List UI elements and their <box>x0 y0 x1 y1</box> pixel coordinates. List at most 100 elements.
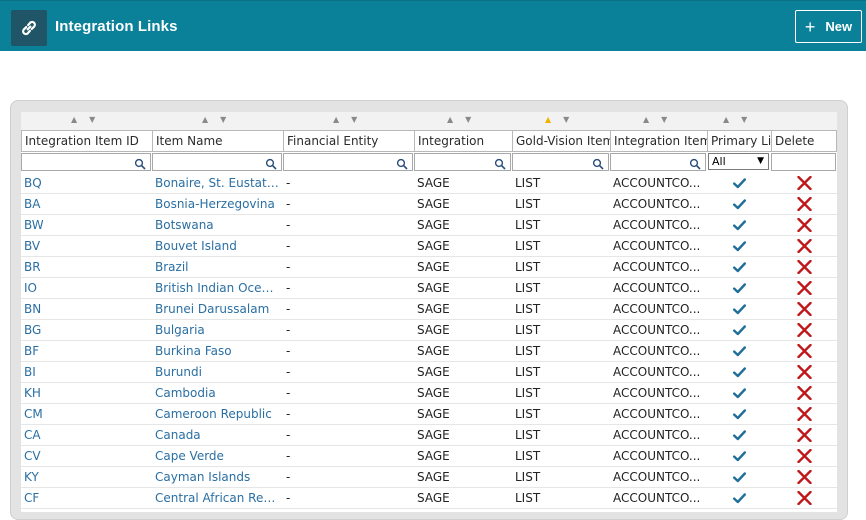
item-name-link[interactable]: Cambodia <box>155 383 280 403</box>
integration-item-id-link[interactable]: KH <box>24 383 149 403</box>
check-icon <box>707 404 771 424</box>
item-name-link[interactable]: Burkina Faso <box>155 341 280 361</box>
column-filter-input[interactable] <box>152 153 282 171</box>
integration-item-id-link[interactable]: BN <box>24 299 149 319</box>
delete-x-icon[interactable] <box>771 425 837 445</box>
sort-controls-col-0: ▲ ▼ <box>71 114 95 126</box>
integration-item-id-link[interactable]: CM <box>24 404 149 424</box>
column-header[interactable]: Integration Item <box>610 130 707 152</box>
integration-item-id-link[interactable]: IO <box>24 278 149 298</box>
sort-descending-icon[interactable]: ▼ <box>563 114 569 126</box>
integration-item-id-link[interactable]: BV <box>24 236 149 256</box>
column-filter-input[interactable] <box>283 153 413 171</box>
table-row: CA Canada - SAGE LIST ACCOUNTCO... <box>21 425 837 446</box>
sort-descending-icon[interactable]: ▼ <box>465 114 471 126</box>
cell-gv_item: LIST <box>515 197 541 211</box>
column-header[interactable]: Item Name <box>152 130 283 152</box>
sort-ascending-icon[interactable]: ▲ <box>643 114 649 126</box>
chevron-down-icon: ▼ <box>757 156 764 166</box>
cell-int_item: ACCOUNTCO... <box>613 260 701 274</box>
item-name-link[interactable]: British Indian Ocea... <box>155 278 280 298</box>
item-name-link[interactable]: Bulgaria <box>155 320 280 340</box>
delete-x-icon[interactable] <box>771 467 837 487</box>
integration-item-id-link[interactable]: BI <box>24 362 149 382</box>
column-filter-input[interactable] <box>414 153 511 171</box>
item-name-link[interactable]: Canada <box>155 425 280 445</box>
column-header[interactable]: Primary Lin <box>707 130 771 152</box>
item-name-link[interactable]: Brunei Darussalam <box>155 299 280 319</box>
primary-link-filter-select[interactable]: All ▼ <box>708 153 769 170</box>
item-name-link[interactable]: Cayman Islands <box>155 467 280 487</box>
integration-item-id-link[interactable]: KY <box>24 467 149 487</box>
cell-gv_item: LIST <box>515 428 541 442</box>
column-filter-input[interactable] <box>610 153 706 171</box>
sort-descending-icon[interactable]: ▼ <box>351 114 357 126</box>
sort-descending-icon[interactable]: ▼ <box>741 114 747 126</box>
delete-x-icon[interactable] <box>771 257 837 277</box>
delete-x-icon[interactable] <box>771 362 837 382</box>
sort-controls-col-5: ▲ ▼ <box>643 114 667 126</box>
integration-item-id-link[interactable]: BQ <box>24 173 149 193</box>
delete-x-icon[interactable] <box>771 236 837 256</box>
integration-item-id-link[interactable]: BR <box>24 257 149 277</box>
column-header[interactable]: Delete <box>771 130 837 152</box>
delete-x-icon[interactable] <box>771 278 837 298</box>
delete-x-icon[interactable] <box>771 215 837 235</box>
sort-ascending-icon[interactable]: ▲ <box>447 114 453 126</box>
sort-ascending-icon[interactable]: ▲ <box>545 114 551 126</box>
delete-x-icon[interactable] <box>771 173 837 193</box>
check-icon <box>707 383 771 403</box>
item-name-link[interactable]: Bonaire, St. Eustati... <box>155 173 280 193</box>
integration-item-id-link[interactable]: BA <box>24 194 149 214</box>
delete-x-icon[interactable] <box>771 446 837 466</box>
item-name-link[interactable]: Central African Rep... <box>155 488 280 508</box>
integration-item-id-link[interactable]: CV <box>24 446 149 466</box>
integration-item-id-link[interactable]: CF <box>24 488 149 508</box>
delete-x-icon[interactable] <box>771 404 837 424</box>
integration-item-id-link[interactable]: BF <box>24 341 149 361</box>
integration-links-grid: ▲ ▼ ▲ ▼ ▲ ▼ ▲ ▼ ▲ ▼ ▲ ▼ ▲ ▼ Integration Item ID Item N… <box>21 112 837 512</box>
cell-gv_item: LIST <box>515 407 541 421</box>
column-header[interactable]: Gold-Vision Item <box>512 130 610 152</box>
table-row: IO British Indian Ocea... - SAGE LIST ACCOUNT… <box>21 278 837 299</box>
item-name-link[interactable]: Burundi <box>155 362 280 382</box>
check-icon <box>707 320 771 340</box>
item-name-link[interactable]: Cameroon Republic <box>155 404 280 424</box>
cell-entity: - <box>286 365 291 379</box>
delete-x-icon[interactable] <box>771 383 837 403</box>
delete-x-icon[interactable] <box>771 299 837 319</box>
cell-gv_item: LIST <box>515 491 541 505</box>
integration-item-id-link[interactable]: CA <box>24 425 149 445</box>
sort-ascending-icon[interactable]: ▲ <box>333 114 339 126</box>
sort-descending-icon[interactable]: ▼ <box>89 114 95 126</box>
sort-descending-icon[interactable]: ▼ <box>220 114 226 126</box>
column-header[interactable]: Integration Item ID <box>21 130 152 152</box>
table-row: CM Cameroon Republic - SAGE LIST ACCOUNTCO... <box>21 404 837 425</box>
check-icon <box>707 236 771 256</box>
delete-x-icon[interactable] <box>771 194 837 214</box>
column-filter-input[interactable] <box>512 153 609 171</box>
column-header[interactable]: Integration <box>414 130 512 152</box>
delete-x-icon[interactable] <box>771 488 837 508</box>
column-filter-input[interactable] <box>21 153 151 171</box>
cell-integration: SAGE <box>417 407 450 421</box>
sort-ascending-icon[interactable]: ▲ <box>71 114 77 126</box>
item-name-link[interactable]: Bouvet Island <box>155 236 280 256</box>
cell-entity: - <box>286 386 291 400</box>
cell-int_item: ACCOUNTCO... <box>613 449 701 463</box>
sort-descending-icon[interactable]: ▼ <box>661 114 667 126</box>
sort-ascending-icon[interactable]: ▲ <box>723 114 729 126</box>
item-name-link[interactable]: Brazil <box>155 257 280 277</box>
integration-item-id-link[interactable]: BW <box>24 215 149 235</box>
sort-ascending-icon[interactable]: ▲ <box>202 114 208 126</box>
new-button[interactable]: + New <box>795 10 862 43</box>
delete-x-icon[interactable] <box>771 320 837 340</box>
integration-item-id-link[interactable]: BG <box>24 320 149 340</box>
item-name-link[interactable]: Cape Verde <box>155 446 280 466</box>
item-name-link[interactable]: Botswana <box>155 215 280 235</box>
cell-integration: SAGE <box>417 428 450 442</box>
column-header[interactable]: Financial Entity <box>283 130 414 152</box>
delete-x-icon[interactable] <box>771 341 837 361</box>
cell-gv_item: LIST <box>515 302 541 316</box>
item-name-link[interactable]: Bosnia-Herzegovina <box>155 194 280 214</box>
